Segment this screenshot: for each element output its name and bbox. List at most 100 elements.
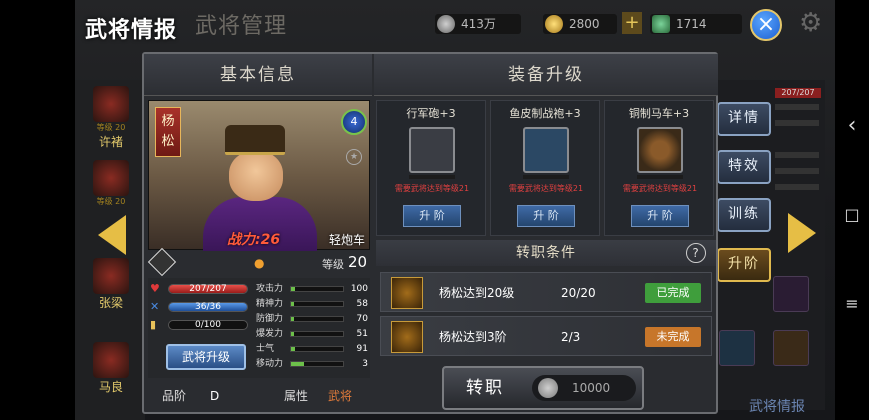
home-icon[interactable]: □ bbox=[835, 205, 869, 225]
character-avatar bbox=[93, 160, 129, 196]
exp-bar: ▮ 0/100 bbox=[150, 318, 254, 332]
hero-name: 杨松 bbox=[155, 107, 181, 157]
attr-type-label: 属性 bbox=[284, 389, 309, 403]
attr-spirit: 精神力 58 bbox=[256, 299, 368, 309]
equipment-item: 鱼皮制战袍+3 需要武将达到等级21 升 阶 bbox=[490, 100, 600, 236]
cannon-icon[interactable] bbox=[409, 127, 455, 173]
back-icon[interactable]: ‹ bbox=[835, 115, 869, 137]
previous-arrow-icon[interactable] bbox=[98, 215, 126, 255]
menu-icon[interactable]: ≡ bbox=[835, 294, 869, 314]
transfer-conditions-header: 转职条件 ? bbox=[376, 240, 716, 266]
equipment-slot[interactable] bbox=[719, 330, 755, 366]
star-icon: ★ bbox=[346, 149, 362, 165]
list-item-name: 张梁 bbox=[98, 296, 123, 310]
side-stat-bar bbox=[775, 152, 819, 158]
silver-value: 413万 bbox=[461, 17, 496, 31]
jade-icon bbox=[652, 15, 670, 33]
rank-up-dialog: 基本信息 装备升级 杨松 4 ★ 战力:26 轻炮车 ● 等级 20 ♥ 207… bbox=[142, 52, 718, 414]
status-badge: 未完成 bbox=[645, 327, 701, 347]
jade-resource: 1714 bbox=[650, 14, 742, 34]
page-title: 武将情报 bbox=[85, 17, 178, 43]
silver-coin-icon bbox=[538, 378, 558, 398]
book-icon: ▮ bbox=[150, 318, 157, 331]
heart-icon: ♥ bbox=[150, 282, 160, 295]
list-item-level: 等级 20 bbox=[96, 123, 126, 132]
effects-button[interactable]: 特效 bbox=[717, 150, 771, 184]
equipment-list: 行军砲+3 需要武将达到等级21 升 阶 鱼皮制战袍+3 需要武将达到等级21 … bbox=[376, 100, 716, 236]
quality-value: D bbox=[210, 389, 220, 403]
silver-resource: 413万 bbox=[435, 14, 521, 34]
condition-progress: 20/20 bbox=[561, 286, 596, 300]
equipment-title: 行军砲+3 bbox=[406, 107, 456, 120]
armor-icon[interactable] bbox=[523, 127, 569, 173]
add-gold-button[interactable]: + bbox=[622, 12, 642, 34]
general-upgrade-button[interactable]: 武将升级 bbox=[166, 344, 246, 370]
gold-resource: 2800 bbox=[543, 14, 617, 34]
equipment-requirement: 需要武将达到等级21 bbox=[508, 184, 584, 193]
exp-text: 0/100 bbox=[195, 320, 221, 330]
equipment-rank-up-button[interactable]: 升 阶 bbox=[403, 205, 461, 227]
side-stat-bar bbox=[775, 104, 819, 110]
side-hp-bar: 207/207 bbox=[775, 88, 821, 98]
condition-text: 杨松达到3阶 bbox=[439, 330, 507, 344]
equipment-upgrade-header: 装备升级 bbox=[374, 54, 718, 96]
cost-value: 10000 bbox=[572, 381, 611, 395]
condition-progress: 2/3 bbox=[561, 330, 581, 344]
general-icon bbox=[391, 277, 423, 309]
close-button[interactable]: × bbox=[750, 9, 782, 41]
next-arrow-icon[interactable] bbox=[788, 213, 816, 253]
transfer-cost: 10000 bbox=[532, 375, 636, 401]
stats-panel: ♥ 207/207 ✕ 36/36 ▮ 0/100 攻击力 100 精神力 58… bbox=[148, 278, 370, 378]
side-stat-bar bbox=[775, 168, 819, 174]
help-icon[interactable]: ? bbox=[686, 243, 706, 263]
gold-coin-icon bbox=[545, 15, 563, 33]
silver-coin-icon bbox=[437, 15, 455, 33]
tab-general-management[interactable]: 武将管理 bbox=[195, 8, 287, 40]
star-level-badge: 4 bbox=[341, 109, 367, 135]
attr-defense: 防御力 70 bbox=[256, 314, 368, 324]
attr-burst: 爆发力 51 bbox=[256, 329, 368, 339]
equipment-requirement: 需要武将达到等级21 bbox=[622, 184, 698, 193]
level-label: 等级 bbox=[322, 258, 344, 271]
status-badge: 已完成 bbox=[645, 283, 701, 303]
mp-text: 36/36 bbox=[195, 302, 221, 312]
hero-portrait: 杨松 4 ★ 战力:26 轻炮车 bbox=[148, 100, 370, 251]
jade-value: 1714 bbox=[676, 17, 707, 31]
equipment-item: 铜制马车+3 需要武将达到等级21 升 阶 bbox=[604, 100, 714, 236]
wheel-icon[interactable] bbox=[637, 127, 683, 173]
quality-label: 品阶 bbox=[162, 389, 187, 403]
attr-attack: 攻击力 100 bbox=[256, 284, 368, 294]
list-item[interactable]: 等级 20 许褚 bbox=[83, 86, 139, 149]
equipment-title: 鱼皮制战袍+3 bbox=[509, 107, 581, 120]
equipment-slot[interactable] bbox=[773, 276, 809, 312]
basic-info-header: 基本信息 bbox=[144, 54, 372, 96]
list-item[interactable]: 张梁 bbox=[83, 258, 139, 318]
side-bottom-label: 武将情报 bbox=[749, 399, 805, 415]
general-icon bbox=[391, 321, 423, 353]
gold-value: 2800 bbox=[569, 17, 600, 31]
equipment-slot[interactable] bbox=[773, 330, 809, 366]
equipment-item: 行军砲+3 需要武将达到等级21 升 阶 bbox=[376, 100, 486, 236]
hp-bar: ♥ 207/207 bbox=[150, 282, 254, 296]
gear-icon[interactable]: ⚙ bbox=[799, 10, 822, 36]
list-item[interactable]: 马良 bbox=[83, 342, 139, 402]
equipment-rank-up-button[interactable]: 升 阶 bbox=[631, 205, 689, 227]
rank-up-button[interactable]: 升阶 bbox=[717, 248, 771, 282]
equipment-rank-up-button[interactable]: 升 阶 bbox=[517, 205, 575, 227]
attr-type-value: 武将 bbox=[328, 389, 353, 403]
list-item-name: 许褚 bbox=[98, 135, 123, 149]
transfer-button[interactable]: 转职 10000 bbox=[442, 366, 644, 410]
list-item[interactable]: 等级 20 bbox=[83, 160, 139, 220]
side-stat-bar bbox=[775, 184, 819, 190]
unit-type: 轻炮车 bbox=[329, 233, 366, 247]
condition-row: 杨松达到3阶 2/3 未完成 bbox=[380, 316, 712, 356]
character-avatar bbox=[93, 258, 129, 294]
transfer-button-label: 转职 bbox=[466, 378, 504, 398]
swords-icon: ✕ bbox=[150, 300, 160, 313]
equipment-requirement: 需要武将达到等级21 bbox=[394, 184, 470, 193]
details-button[interactable]: 详情 bbox=[717, 102, 771, 136]
training-button[interactable]: 训练 bbox=[717, 198, 771, 232]
power-label: 战力:26 bbox=[227, 232, 281, 248]
list-item-name: 马良 bbox=[98, 380, 123, 394]
condition-row: 杨松达到20级 20/20 已完成 bbox=[380, 272, 712, 312]
